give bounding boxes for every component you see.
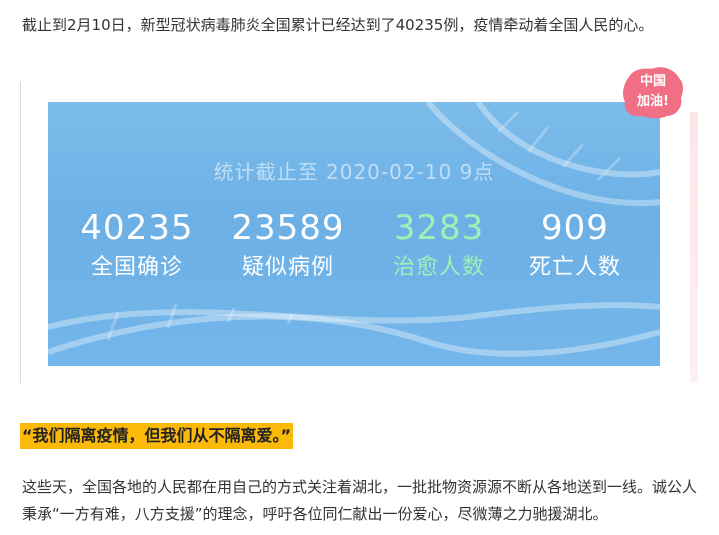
- badge-line-2: 加油!: [637, 94, 669, 109]
- statistics-row: 40235 全国确诊 23589 疑似病例 3283 治愈人数 909 死亡人数: [48, 208, 660, 308]
- stat-value: 3283: [393, 208, 485, 248]
- stat-suspected: 23589 疑似病例: [218, 208, 358, 282]
- stat-value: 23589: [231, 208, 345, 248]
- stat-label: 疑似病例: [241, 255, 334, 280]
- china-jiayou-badge: 中国 加油!: [621, 66, 685, 120]
- statistics-image: 统计截止至 2020-02-10 9点 40235 全国确诊 23589 疑似病…: [48, 102, 660, 366]
- intro-paragraph: 截止到2月10日，新型冠状病毒肺炎全国累计已经达到了40235例，疫情牵动着全国…: [22, 16, 654, 34]
- statistics-timestamp: 统计截止至 2020-02-10 9点: [213, 160, 495, 184]
- stat-confirmed: 40235 全国确诊: [67, 208, 207, 282]
- stat-label: 全国确诊: [90, 255, 183, 280]
- body-paragraph: 这些天，全国各地的人民都在用自己的方式关注着湖北，一批批物资源源不断从各地送到一…: [22, 478, 698, 523]
- stat-label: 治愈人数: [392, 255, 485, 280]
- stat-deaths: 909 死亡人数: [505, 208, 645, 282]
- badge-line-1: 中国: [639, 74, 666, 89]
- stat-value: 40235: [80, 208, 194, 248]
- stat-cured: 3283 治愈人数: [369, 208, 509, 282]
- stat-label: 死亡人数: [528, 255, 621, 280]
- quote-heading: “我们隔离疫情，但我们从不隔离爱。”: [20, 423, 294, 449]
- stat-value: 909: [541, 208, 609, 248]
